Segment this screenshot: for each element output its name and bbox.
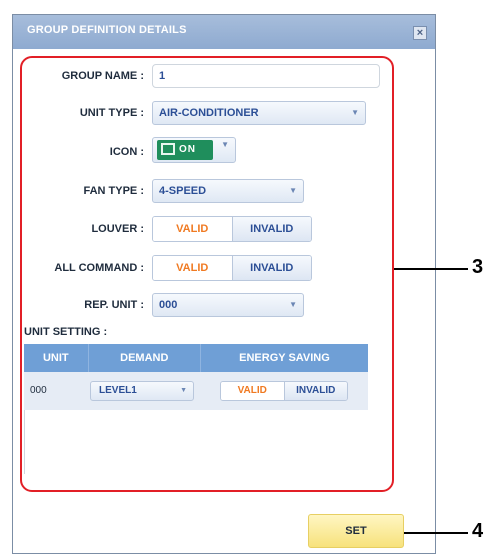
close-icon: × — [416, 27, 424, 39]
rep-unit-value: 000 — [159, 299, 178, 311]
callout-number-4: 4 — [472, 520, 484, 542]
unit-setting-label: UNIT SETTING : — [24, 326, 108, 338]
rep-unit-label: REP. UNIT : — [84, 299, 144, 311]
table-row: 000 LEVEL1 ▼ VALID INVALID — [24, 372, 368, 410]
all-command-label: ALL COMMAND : — [54, 262, 144, 274]
chevron-down-icon: ▼ — [180, 387, 187, 394]
group-name-field[interactable]: 1 — [152, 64, 380, 88]
chevron-down-icon: ▼ — [289, 186, 297, 195]
set-button[interactable]: SET — [308, 514, 404, 548]
icon-label: ICON : — [109, 146, 144, 158]
all-command-valid-option[interactable]: VALID — [153, 256, 233, 280]
unit-type-label: UNIT TYPE : — [79, 107, 144, 119]
fan-type-label: FAN TYPE : — [83, 185, 144, 197]
fan-type-select[interactable]: 4-SPEED ▼ — [152, 179, 304, 203]
close-button[interactable]: × — [413, 26, 427, 40]
square-icon — [161, 143, 175, 155]
group-name-label: GROUP NAME : — [61, 70, 144, 82]
callout-line-3 — [394, 268, 468, 270]
icon-select[interactable]: ON ▼ — [152, 137, 236, 163]
table-header: UNIT DEMAND ENERGY SAVING — [24, 344, 368, 372]
energy-saving-toggle[interactable]: VALID INVALID — [220, 381, 348, 401]
fan-type-value: 4-SPEED — [159, 185, 207, 197]
louver-label: LOUVER : — [91, 223, 144, 235]
demand-select[interactable]: LEVEL1 ▼ — [90, 381, 194, 401]
callout-number-3: 3 — [472, 256, 484, 278]
column-header-energy-saving: ENERGY SAVING — [239, 352, 330, 364]
dialog-title: GROUP DEFINITION DETAILS — [27, 24, 187, 36]
unit-type-select[interactable]: AIR-CONDITIONER ▼ — [152, 101, 366, 125]
on-icon: ON — [157, 140, 213, 160]
column-header-demand: DEMAND — [89, 344, 201, 372]
all-command-toggle[interactable]: VALID INVALID — [152, 255, 312, 281]
all-command-invalid-option[interactable]: INVALID — [232, 256, 311, 280]
energy-saving-invalid-option[interactable]: INVALID — [284, 382, 347, 400]
energy-saving-valid-option[interactable]: VALID — [221, 382, 285, 400]
column-header-unit: UNIT — [24, 344, 89, 372]
chevron-down-icon: ▼ — [351, 108, 359, 117]
unit-cell: 000 — [30, 385, 47, 396]
louver-invalid-option[interactable]: INVALID — [232, 217, 311, 241]
demand-value: LEVEL1 — [99, 385, 137, 396]
chevron-down-icon: ▼ — [289, 300, 297, 309]
chevron-down-icon: ▼ — [221, 140, 229, 149]
rep-unit-select[interactable]: 000 ▼ — [152, 293, 304, 317]
dialog-titlebar: GROUP DEFINITION DETAILS × — [13, 15, 435, 49]
unit-type-value: AIR-CONDITIONER — [159, 107, 259, 119]
louver-toggle[interactable]: VALID INVALID — [152, 216, 312, 242]
louver-valid-option[interactable]: VALID — [153, 217, 233, 241]
callout-line-4 — [404, 532, 468, 534]
icon-value: ON — [179, 144, 196, 155]
